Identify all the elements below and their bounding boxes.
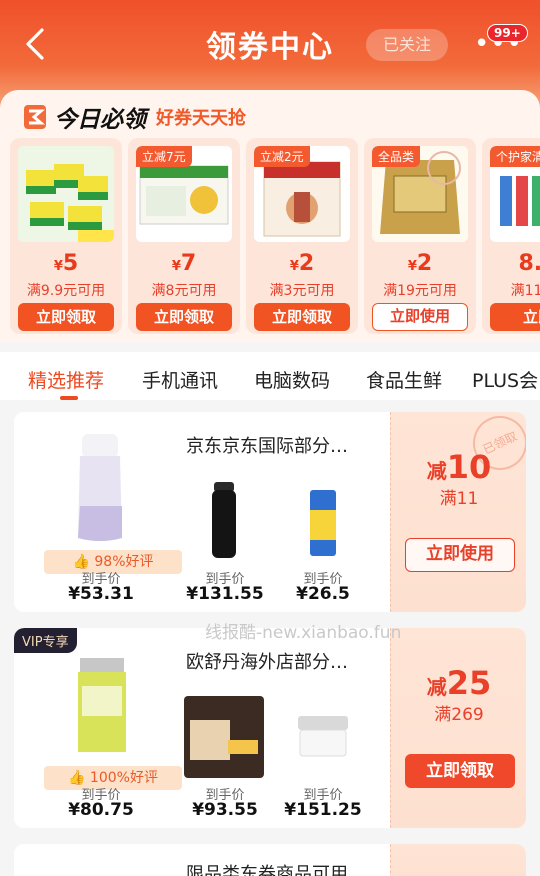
coupon-amount: ¥7 (171, 251, 197, 276)
product-image-toothpaste: 个护家清 (490, 146, 540, 242)
discount-amount: 减25 (426, 664, 492, 702)
use-button[interactable]: 立即使用 (405, 538, 515, 572)
product-price: ¥131.55 (186, 584, 264, 604)
coupon-carousel[interactable]: ¥5 满9.9元可用 立即领取 立减7元 ¥7 满8元可用 立即领取 立减2元 … (10, 138, 540, 338)
active-tab-indicator (60, 396, 78, 400)
watermark-text: 线报酷-new.xianbao.fun (205, 623, 402, 643)
use-button[interactable]: 立即使用 (372, 303, 468, 331)
store-name[interactable]: 欧舒丹海外店部分… (186, 648, 348, 674)
coupon-panel (390, 844, 526, 876)
tab-fresh-food[interactable]: 食品生鲜 (366, 366, 442, 393)
coupon-condition: 满19元可用 (383, 283, 457, 299)
coupon-amount: 8.8 (518, 251, 540, 276)
today-coupons-section: 今日必领 好券天天抢 ¥5 满9.9元可用 立即领取 立减7元 ¥7 满8元可用… (0, 90, 540, 342)
tab-computers[interactable]: 电脑数码 (254, 366, 330, 393)
product-image-sunscreen (310, 490, 336, 556)
coupon-condition: 满8元可用 (151, 283, 217, 299)
main-product[interactable]: 👍 98%好评 (32, 426, 182, 574)
store-coupon-card[interactable]: VIP专享 👍 100%好评 到手价 ¥80.75 欧舒丹海外店部分… 到手价 … (14, 628, 526, 828)
today-title: 今日必领 (54, 107, 146, 133)
coupon-card[interactable]: 立减2元 ¥2 满3元可用 立即领取 (246, 138, 358, 334)
coupon-condition: 满119元 (510, 283, 540, 299)
coupon-amount: ¥5 (53, 251, 79, 276)
product-price: ¥151.25 (284, 800, 362, 820)
coupon-tag: 个护家清 (490, 146, 540, 167)
coupon-amount: ¥2 (407, 251, 433, 276)
coupon-condition: 满9.9元可用 (26, 283, 106, 299)
product-image-cedrat (78, 658, 126, 752)
store-coupon-card[interactable]: 👍 98%好评 到手价 ¥53.31 京东京东国际部分… 到手价 ¥131.55… (14, 412, 526, 612)
coupon-condition: 满3元可用 (269, 283, 335, 299)
category-tabs: 精选推荐 手机通讯 电脑数码 食品生鲜 PLUS会 (0, 352, 540, 400)
claim-button[interactable]: 立即领取 (136, 303, 232, 331)
today-logo-icon (24, 105, 46, 129)
product-image-sponge (18, 146, 114, 242)
product-image-rice-bag: 全品类 (372, 146, 468, 242)
product-image-bottle (212, 482, 236, 558)
coupon-card[interactable]: 全品类 ¥2 满19元可用 立即使用 (364, 138, 476, 334)
coupon-panel: 已领取 减10 满11 立即使用 (390, 412, 526, 612)
coupon-tag: 立减2元 (254, 146, 310, 167)
product-image-promo (184, 696, 264, 778)
tab-plus[interactable]: PLUS会 (472, 366, 538, 393)
store-name[interactable]: 限品类东券商品可用 (186, 860, 348, 876)
product-price: ¥93.55 (192, 800, 258, 820)
product-price: ¥80.75 (68, 800, 134, 820)
claim-button[interactable]: 立即领取 (18, 303, 114, 331)
discount-amount: 减10 (426, 448, 492, 486)
product-image-plaster: 立减2元 (254, 146, 350, 242)
store-coupon-card[interactable]: 限品类东券商品可用 (14, 844, 526, 876)
store-name[interactable]: 京东京东国际部分… (186, 432, 348, 458)
coupon-card[interactable]: 个护家清 8.8 满119元 立即 (482, 138, 540, 334)
discount-condition: 满11 (439, 489, 479, 509)
main-product[interactable]: 👍 100%好评 (32, 642, 182, 790)
product-price: ¥53.31 (68, 584, 134, 604)
page-title: 领券中心 (206, 30, 334, 65)
product-price: ¥26.5 (296, 584, 350, 604)
discount-condition: 满269 (434, 705, 484, 725)
follow-button[interactable]: 已关注 (366, 29, 448, 61)
product-image-cream-jar (298, 716, 348, 757)
product-image-tablets: 立减7元 (136, 146, 232, 242)
coupon-tag: 立减7元 (136, 146, 192, 167)
coupon-amount: ¥2 (289, 251, 315, 276)
coupon-panel: 减25 满269 立即领取 (390, 628, 526, 828)
coupon-card[interactable]: 立减7元 ¥7 满8元可用 立即领取 (128, 138, 240, 334)
notification-badge: 99+ (487, 24, 528, 42)
claim-button[interactable]: 立即 (490, 303, 540, 331)
claim-button[interactable]: 立即领取 (254, 303, 350, 331)
today-subtitle: 好券天天抢 (156, 108, 246, 129)
claim-button[interactable]: 立即领取 (405, 754, 515, 788)
tab-phones[interactable]: 手机通讯 (142, 366, 218, 393)
product-image-serum (78, 434, 122, 541)
coupon-tag: 全品类 (372, 146, 421, 167)
tab-featured[interactable]: 精选推荐 (28, 366, 104, 393)
coupon-card[interactable]: ¥5 满9.9元可用 立即领取 (10, 138, 122, 334)
